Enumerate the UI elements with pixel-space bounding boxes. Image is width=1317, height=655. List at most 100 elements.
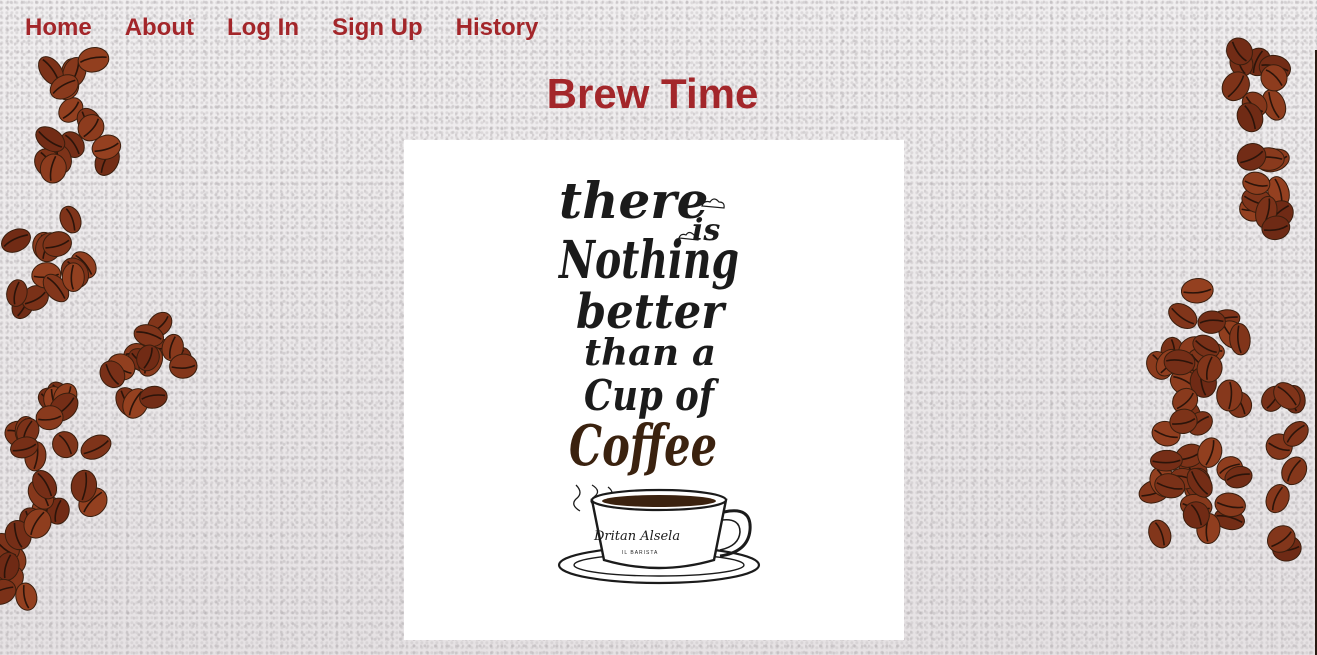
coffee-bean <box>0 545 27 575</box>
nav-history-link[interactable]: History <box>456 10 539 46</box>
coffee-bean <box>1257 148 1290 173</box>
coffee-bean <box>103 356 132 383</box>
coffee-bean <box>1196 513 1221 544</box>
coffee-bean <box>1138 479 1171 504</box>
coffee-bean <box>1265 433 1293 460</box>
coffee-bean <box>59 131 85 158</box>
coffee-bean <box>1229 323 1251 356</box>
coffee-bean <box>39 153 67 184</box>
coffee-bean <box>99 360 126 389</box>
coffee-bean <box>1218 320 1247 349</box>
coffee-bean <box>1182 501 1210 529</box>
coffee-bean <box>1146 351 1173 380</box>
coffee-bean <box>42 273 70 303</box>
coffee-bean <box>1149 466 1177 498</box>
nav-home-link[interactable]: Home <box>25 10 92 46</box>
coffee-bean <box>31 262 62 289</box>
nav-login-link[interactable]: Log In <box>227 10 299 46</box>
coffee-bean <box>1186 467 1213 498</box>
coffee-bean <box>1169 408 1198 434</box>
coffee-bean <box>1175 443 1204 468</box>
nav-about-link[interactable]: About <box>125 10 194 46</box>
coffee-bean <box>61 262 85 293</box>
nav-signup-link[interactable]: Sign Up <box>332 10 423 46</box>
coffee-bean <box>78 487 108 518</box>
coffee-bean <box>1281 456 1308 486</box>
coffee-bean <box>1160 336 1185 369</box>
coffee-bean <box>0 565 24 594</box>
coffee-bean <box>161 333 184 362</box>
coffee-bean <box>46 497 70 525</box>
coffee-bean <box>59 205 82 234</box>
coffee-bean <box>1176 368 1203 392</box>
coffee-bean <box>1155 348 1181 377</box>
coffee-bean <box>1252 192 1281 222</box>
cup-subtitle: IL BARISTA <box>622 550 658 556</box>
coffee-bean <box>1180 277 1214 304</box>
coffee-bean <box>1148 519 1172 549</box>
coffee-bean <box>147 311 173 337</box>
poster-line-nothing: Nothing <box>557 230 739 291</box>
coffee-bean <box>1197 437 1223 468</box>
coffee-bean <box>1168 302 1198 330</box>
coffee-bean <box>107 353 136 381</box>
coffee-bean <box>1183 472 1209 504</box>
coffee-bean <box>1208 309 1241 332</box>
coffee-bean <box>1169 369 1200 396</box>
coffee-bean <box>122 388 149 419</box>
coffee-bean <box>1189 366 1217 398</box>
coffee-bean <box>48 143 72 174</box>
coffee-bean <box>1150 449 1183 472</box>
coffee-bean <box>91 134 122 160</box>
coffee-bean <box>1197 310 1226 334</box>
coffee-bean <box>35 405 64 431</box>
poster-line-there: there <box>559 171 708 230</box>
coffee-bean <box>70 469 98 503</box>
coffee-bean <box>11 291 35 320</box>
coffee-bean <box>1242 171 1271 195</box>
coffee-bean <box>1175 401 1201 433</box>
coffee-bean <box>1169 467 1198 490</box>
coffee-bean <box>115 387 143 418</box>
coffee-cup-icon: Dritan Alsela IL BARISTA <box>557 488 761 585</box>
coffee-bean <box>1196 354 1223 383</box>
coffee-bean <box>1187 411 1213 436</box>
coffee-bean <box>1187 348 1213 374</box>
coffee-bean <box>0 533 20 561</box>
coffee-bean <box>1236 143 1267 171</box>
top-navigation: Home About Log In Sign Up History <box>25 10 571 46</box>
coffee-bean <box>1192 342 1225 365</box>
coffee-bean <box>4 420 36 448</box>
coffee-bean <box>19 507 47 538</box>
coffee-bean <box>1154 473 1186 499</box>
coffee-bean <box>1226 391 1253 418</box>
coffee-bean <box>15 582 38 611</box>
coffee-bean <box>1151 420 1181 447</box>
coffee-bean <box>14 416 37 446</box>
coffee-bean <box>1239 195 1268 222</box>
coffee-bean <box>42 231 72 258</box>
coffee-bean <box>1213 508 1245 531</box>
coffee-bean <box>136 344 160 372</box>
coffee-bean <box>35 232 62 263</box>
coffee-bean <box>23 508 52 539</box>
coffee-bean <box>133 324 165 348</box>
coffee-bean <box>34 148 62 178</box>
coffee-bean <box>1185 467 1212 499</box>
coffee-bean <box>1283 384 1306 414</box>
coffee-bean <box>1224 465 1253 489</box>
coffee-bean <box>10 436 39 459</box>
coffee-bean <box>128 348 155 373</box>
coffee-bean <box>1271 535 1302 562</box>
coffee-bean <box>52 431 79 459</box>
coffee-bean <box>140 335 169 358</box>
coffee-bean <box>80 434 112 460</box>
poster-artwork: there is Nothing better than a Cup of Co… <box>557 171 761 585</box>
coffee-bean <box>48 392 79 422</box>
coffee-bean <box>53 383 78 411</box>
coffee-quote-poster: there is Nothing better than a Cup of Co… <box>404 140 904 640</box>
coffee-bean <box>60 257 90 289</box>
coffee-bean <box>1261 215 1291 241</box>
coffee-bean <box>1 228 31 253</box>
coffee-bean <box>37 387 65 412</box>
